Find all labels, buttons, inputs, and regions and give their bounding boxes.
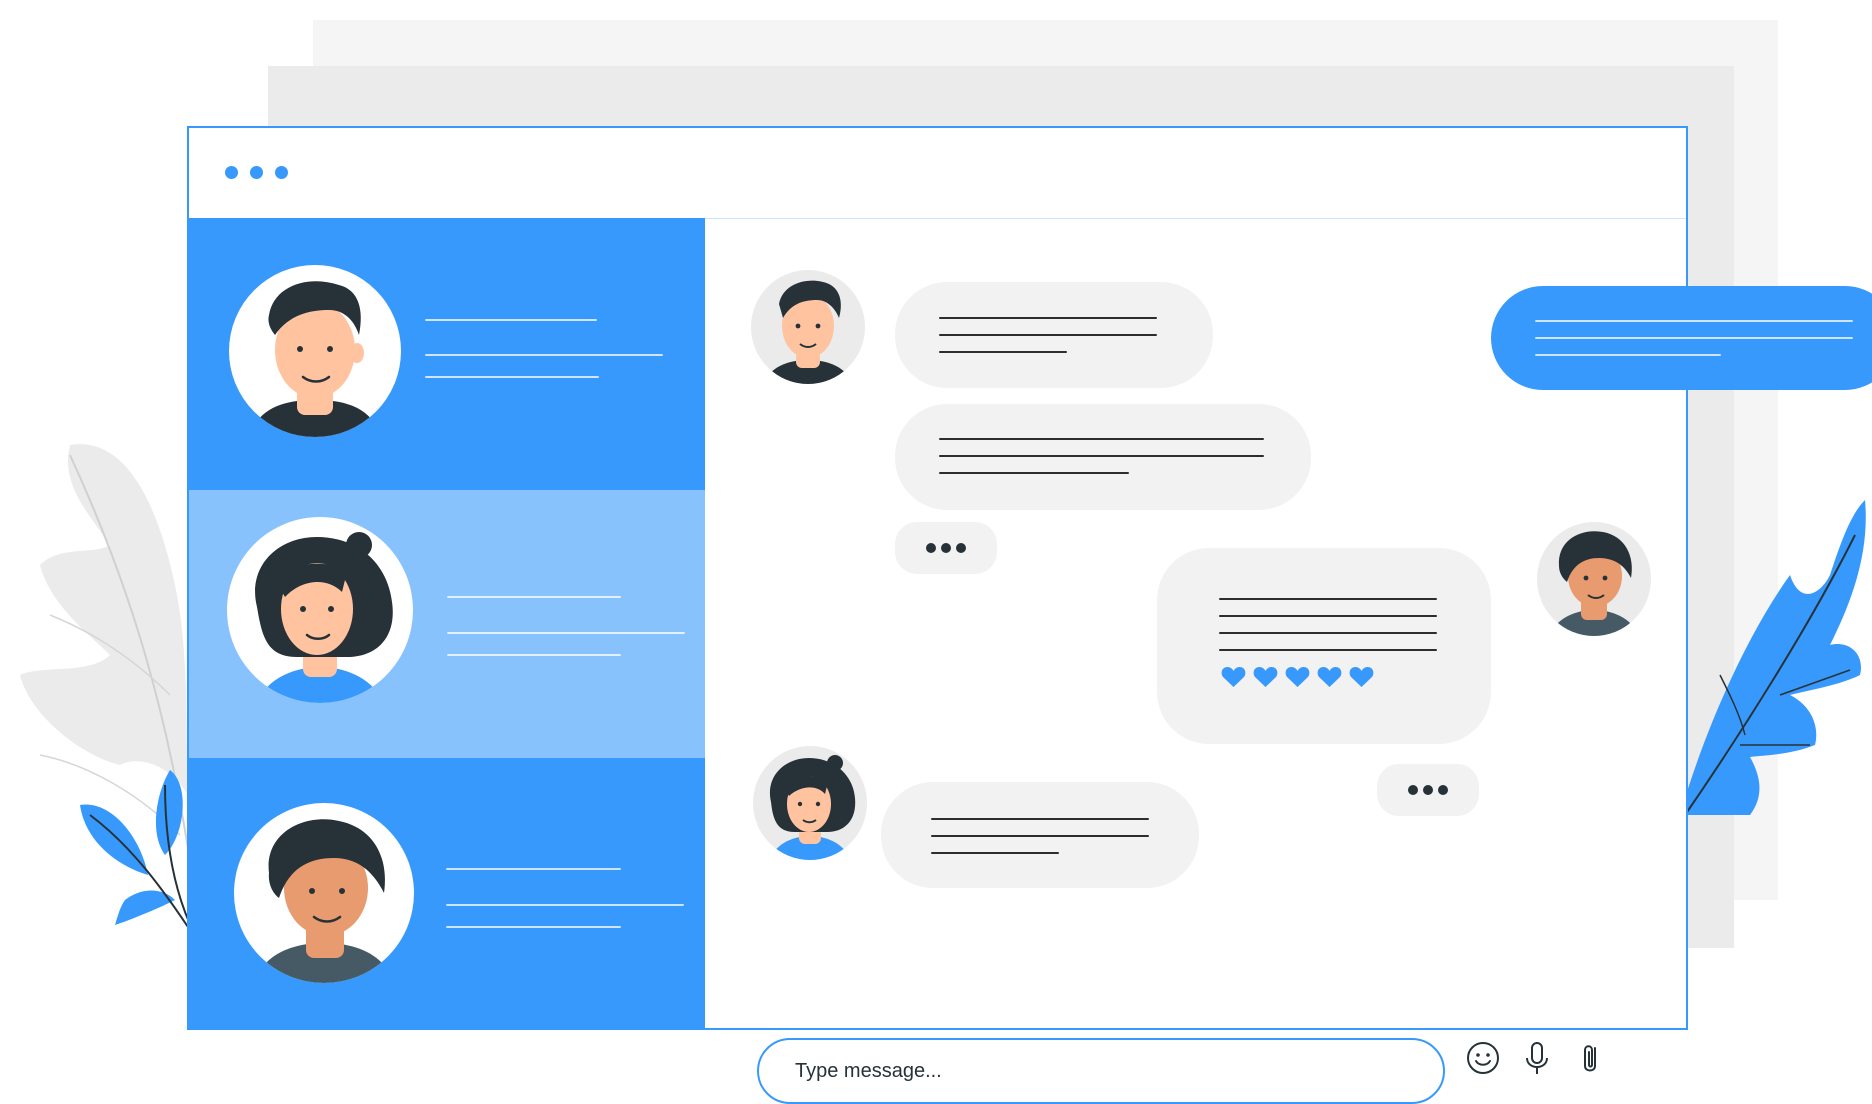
contact-item-woman[interactable] — [189, 490, 705, 758]
paperclip-icon[interactable] — [1571, 1038, 1611, 1078]
man-avatar-icon — [249, 281, 381, 437]
man-avatar-icon — [751, 270, 865, 384]
contact-preview-placeholder — [447, 632, 685, 634]
contact-item-curly[interactable] — [189, 758, 705, 1030]
contact-name-placeholder — [447, 596, 621, 598]
contact-name-placeholder — [425, 319, 597, 321]
incoming-message-bubble — [895, 282, 1213, 388]
heart-icon — [1285, 667, 1310, 687]
contact-preview-placeholder — [446, 904, 684, 906]
avatar — [229, 265, 401, 437]
window-titlebar — [189, 128, 1686, 219]
contact-preview-placeholder — [446, 926, 621, 928]
emoji-icon[interactable] — [1463, 1038, 1503, 1078]
contact-item-man[interactable] — [189, 218, 705, 490]
reaction-row — [1221, 666, 1374, 688]
chat-app-window — [187, 126, 1872, 1104]
outgoing-message-bubble — [1491, 286, 1872, 390]
blue-leaf-decoration-left — [80, 770, 196, 936]
heart-icon — [1221, 667, 1246, 687]
heart-icon — [1317, 667, 1342, 687]
incoming-message-bubble — [895, 404, 1311, 510]
avatar — [234, 803, 414, 983]
contact-preview-placeholder — [447, 654, 621, 656]
conversation-pane — [705, 218, 1872, 1104]
incoming-message-bubble — [881, 782, 1199, 888]
curly-man-avatar-icon — [254, 819, 394, 983]
avatar — [227, 517, 413, 703]
heart-icon — [1253, 667, 1278, 687]
contact-name-placeholder — [446, 868, 621, 870]
contact-preview-placeholder — [425, 376, 599, 378]
microphone-icon[interactable] — [1517, 1038, 1557, 1078]
woman-avatar-icon — [753, 746, 867, 860]
heart-icon — [1349, 667, 1374, 687]
window-control-dot[interactable] — [225, 166, 238, 179]
window-control-dot[interactable] — [250, 166, 263, 179]
typing-indicator — [895, 522, 997, 574]
blue-leaf-decoration-right — [1680, 500, 1866, 816]
contact-preview-placeholder — [425, 354, 663, 356]
typing-indicator — [1377, 764, 1479, 816]
message-input[interactable] — [757, 1038, 1445, 1104]
woman-avatar-icon — [255, 532, 393, 703]
curly-man-avatar-icon — [1537, 522, 1651, 636]
window-control-dot[interactable] — [275, 166, 288, 179]
outgoing-message-bubble — [1157, 548, 1491, 744]
contact-list-sidebar — [189, 218, 705, 1030]
